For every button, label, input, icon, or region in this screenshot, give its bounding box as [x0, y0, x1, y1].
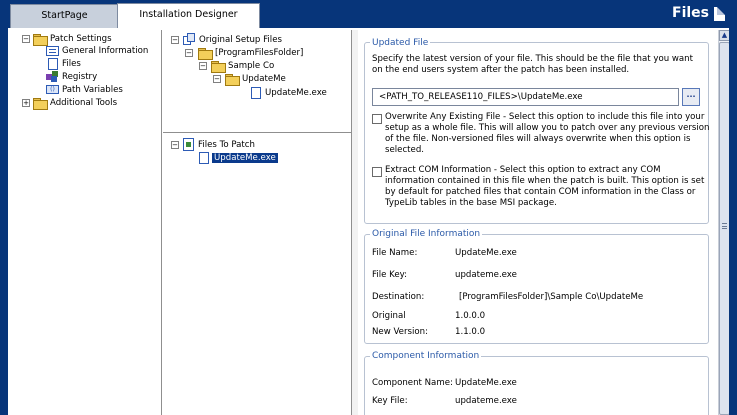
collapse-icon[interactable]: − [185, 49, 193, 57]
form-icon [46, 46, 59, 56]
files-to-patch-tree: − Files To Patch UpdateMe.exe [163, 133, 351, 415]
setup-files-icon [183, 33, 196, 46]
tab-startpage-label: StartPage [41, 10, 88, 21]
setup-files-tree: − Original Setup Files − [ProgramFilesFo… [163, 30, 351, 133]
com-text-4: TypeLib tables in the base MSI package. [385, 198, 557, 208]
updated-file-description-1: Specify the latest version of your file.… [372, 54, 693, 64]
folder-icon [33, 34, 48, 46]
overwrite-text-4: selected. [385, 145, 425, 155]
nav-item-patch-settings[interactable]: Patch Settings [50, 33, 112, 45]
folder-icon [33, 98, 48, 110]
document-icon [251, 87, 261, 99]
folder-icon [211, 61, 226, 73]
document-icon [199, 152, 209, 164]
variables-icon: () [46, 85, 59, 94]
component-name-label: Component Name: [372, 378, 453, 388]
file-key-value: updateme.exe [455, 270, 517, 280]
registry-icon [46, 71, 60, 82]
collapse-icon[interactable]: − [22, 35, 30, 43]
component-info-title: Component Information [370, 351, 482, 361]
browse-button[interactable]: ... [682, 88, 700, 106]
tree-item-patch-updateme-exe[interactable]: UpdateMe.exe [212, 152, 278, 164]
extract-com-checkbox[interactable] [372, 167, 382, 177]
page-title: Files [672, 5, 709, 21]
tab-installation-designer-label: Installation Designer [139, 9, 238, 20]
original-version-value: 1.0.0.0 [455, 311, 486, 321]
updated-file-description-2: on the end users system after the patch … [372, 65, 630, 75]
updated-file-title: Updated File [370, 38, 431, 48]
collapse-icon[interactable]: − [199, 62, 207, 70]
patch-files-icon [183, 138, 194, 151]
tab-bar: StartPage Installation Designer Files [0, 0, 737, 28]
folder-icon [198, 48, 213, 60]
nav-item-registry[interactable]: Registry [62, 71, 97, 83]
window-border [729, 28, 737, 415]
collapse-icon[interactable]: − [171, 36, 179, 44]
tab-installation-designer[interactable]: Installation Designer [117, 3, 260, 28]
new-version-value: 1.1.0.0 [455, 327, 486, 337]
overwrite-text-2: setup as a whole file. This will allow y… [385, 123, 710, 133]
collapse-icon[interactable]: − [171, 141, 179, 149]
nav-item-path-variables[interactable]: Path Variables [62, 84, 123, 96]
key-file-value: updateme.exe [455, 396, 517, 406]
com-text-1: Extract COM Information - Select this op… [385, 165, 661, 175]
details-panel: Updated File Specify the latest version … [358, 30, 718, 415]
document-icon [714, 7, 725, 21]
nav-tree: − Patch Settings General Information Fil… [16, 30, 162, 415]
tab-startpage[interactable]: StartPage [10, 4, 119, 28]
key-file-label: Key File: [372, 396, 408, 406]
document-icon [48, 58, 58, 70]
nav-item-general-information[interactable]: General Information [62, 45, 148, 57]
overwrite-text-3: of the file. Non-versioned files will al… [385, 134, 691, 144]
overwrite-text-1: Overwrite Any Existing File - Select thi… [385, 112, 705, 122]
collapse-icon[interactable]: − [213, 75, 221, 83]
destination-label: Destination: [372, 292, 425, 302]
tree-item-sample-co[interactable]: Sample Co [228, 60, 274, 72]
overwrite-checkbox[interactable] [372, 114, 382, 124]
file-name-label: File Name: [372, 248, 418, 258]
tree-item-updateme-folder[interactable]: UpdateMe [242, 73, 286, 85]
tree-item-files-to-patch[interactable]: Files To Patch [198, 139, 255, 151]
folder-icon [225, 74, 240, 86]
original-info-title: Original File Information [370, 229, 483, 239]
destination-value: [ProgramFilesFolder]\Sample Co\UpdateMe [459, 292, 644, 302]
vertical-scrollbar[interactable]: ▲ [718, 30, 730, 415]
new-version-label: New Version: [372, 327, 428, 337]
nav-item-files[interactable]: Files [62, 58, 81, 70]
nav-item-additional-tools[interactable]: Additional Tools [50, 97, 117, 109]
expand-icon[interactable]: + [22, 99, 30, 107]
updated-file-path-input[interactable]: <PATH_TO_RELEASE110_FILES>\UpdateMe.exe [372, 88, 679, 106]
component-name-value: UpdateMe.exe [455, 378, 517, 388]
grip-icon [722, 223, 727, 229]
com-text-2: information contained in this file when … [385, 176, 705, 186]
tree-item-programfilesfolder[interactable]: [ProgramFilesFolder] [215, 47, 303, 59]
selected-file-label: UpdateMe.exe [212, 153, 278, 163]
tree-item-updateme-exe[interactable]: UpdateMe.exe [265, 87, 327, 99]
com-text-3: by default for patched files that contai… [385, 187, 696, 197]
original-version-label: Original [372, 311, 406, 321]
file-name-value: UpdateMe.exe [455, 248, 517, 258]
file-key-label: File Key: [372, 270, 407, 280]
tree-item-original-setup-files[interactable]: Original Setup Files [199, 34, 282, 46]
